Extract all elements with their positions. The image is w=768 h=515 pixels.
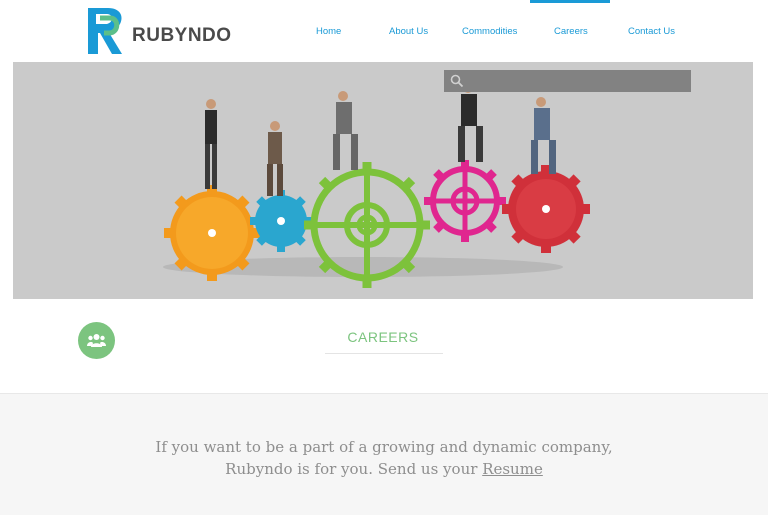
- nav-item-careers[interactable]: Careers: [554, 26, 588, 37]
- main-nav: Home About Us Commodities Careers Contac…: [290, 0, 710, 62]
- brand-name: RUBYNDO: [132, 25, 232, 46]
- blue-gear: [250, 190, 312, 252]
- businessman-figures: [205, 83, 556, 196]
- careers-message-line2: Rubyndo is for you. Send us your: [225, 460, 478, 478]
- search-icon[interactable]: [450, 74, 464, 88]
- green-gear: [304, 162, 430, 288]
- nav-item-about-us[interactable]: About Us: [389, 26, 428, 37]
- red-gear: [502, 165, 590, 253]
- nav-item-contact-us[interactable]: Contact Us: [628, 26, 675, 37]
- careers-heading: CAREERS: [347, 329, 419, 345]
- brand-logo[interactable]: RUBYNDO: [86, 6, 246, 58]
- heading-underline: [325, 353, 443, 354]
- orange-gear: [164, 185, 260, 281]
- careers-message: If you want to be a part of a growing an…: [134, 436, 634, 480]
- nav-item-home[interactable]: Home: [316, 26, 341, 37]
- careers-message-line1: If you want to be a part of a growing an…: [155, 438, 613, 456]
- gears-illustration: [163, 83, 590, 288]
- group-icon: [87, 334, 106, 347]
- careers-info-section: If you want to be a part of a growing an…: [0, 394, 768, 515]
- search-input[interactable]: [444, 70, 691, 92]
- resume-link[interactable]: Resume: [482, 460, 543, 478]
- site-header: RUBYNDO Home About Us Commodities Career…: [0, 0, 768, 62]
- magenta-gear: [424, 160, 506, 242]
- nav-item-commodities[interactable]: Commodities: [462, 26, 517, 37]
- hero-banner: [13, 62, 753, 299]
- rubyndo-logo-mark: [88, 8, 122, 54]
- careers-badge: [78, 322, 115, 359]
